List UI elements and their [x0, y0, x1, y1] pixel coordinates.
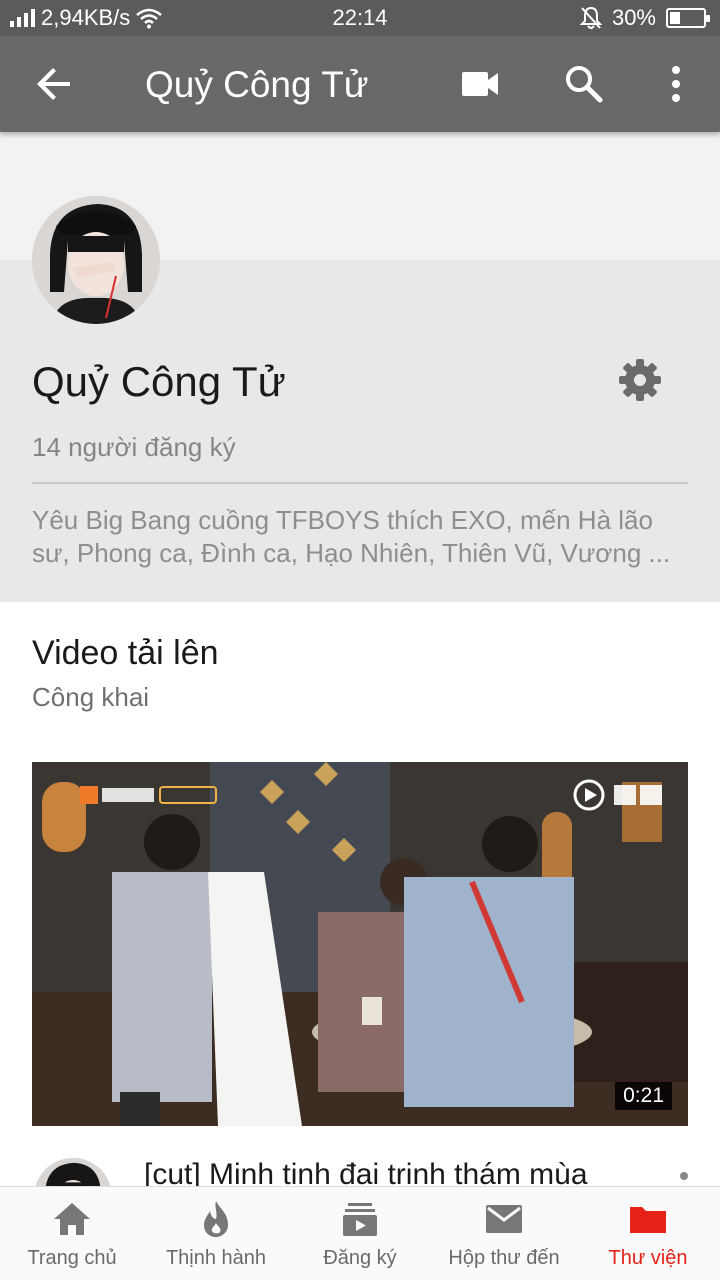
- status-right: 30%: [579, 5, 710, 31]
- nav-trending[interactable]: Thịnh hành: [144, 1187, 288, 1280]
- app-bar: Quỷ Công Tử: [0, 36, 720, 132]
- status-bar: 2,94KB/s 22:14 30%: [0, 0, 720, 36]
- channel-watermark-logo: [80, 784, 220, 811]
- battery-level: [670, 12, 680, 24]
- nav-subscriptions-label: Đăng ký: [323, 1247, 397, 1269]
- home-icon: [54, 1203, 90, 1235]
- battery-percent: 30%: [611, 5, 656, 30]
- subscriber-count: 14 người đăng ký: [32, 432, 236, 462]
- folder-icon: [630, 1207, 666, 1233]
- nav-trending-label: Thịnh hành: [165, 1247, 267, 1269]
- thumbnail-scene: [32, 762, 688, 1126]
- battery-icon: [666, 8, 710, 28]
- gear-icon[interactable]: [616, 356, 664, 404]
- video-camera-icon[interactable]: [458, 64, 502, 104]
- back-arrow-icon[interactable]: [32, 62, 76, 106]
- uploads-visibility: Công khai: [32, 682, 150, 712]
- nav-home-label: Trang chủ: [27, 1247, 117, 1269]
- bottom-nav: Trang chủ Thịnh hành Đăng ký Hộp thư đến…: [0, 1186, 720, 1280]
- recorder-watermark: [572, 778, 666, 812]
- flame-icon: [204, 1201, 228, 1237]
- channel-description[interactable]: Yêu Big Bang cuồng TFBOYS thích EXO, mến…: [32, 504, 688, 570]
- uploads-title[interactable]: Video tải lên: [32, 634, 219, 673]
- nav-inbox-label: Hộp thư đến: [448, 1247, 560, 1269]
- divider: [32, 482, 688, 484]
- logo-watermark-icon: [80, 786, 217, 804]
- watermark-text-icon: [614, 785, 662, 805]
- nav-inbox[interactable]: Hộp thư đến: [432, 1187, 576, 1280]
- nav-subscriptions[interactable]: Đăng ký: [288, 1187, 432, 1280]
- subscriptions-icon: [343, 1203, 377, 1236]
- channel-name: Quỷ Công Tử: [32, 358, 286, 405]
- video-menu-icon[interactable]: [680, 1172, 688, 1180]
- more-vert-icon[interactable]: [660, 62, 692, 106]
- nav-library-label: Thư viện: [608, 1247, 688, 1269]
- bell-off-icon: [579, 6, 602, 29]
- nav-home[interactable]: Trang chủ: [0, 1187, 144, 1280]
- video-duration: 0:21: [615, 1082, 672, 1110]
- nav-library[interactable]: Thư viện: [576, 1187, 720, 1280]
- play-circle-icon: [573, 779, 605, 811]
- avatar-illustration: [32, 196, 160, 324]
- search-icon[interactable]: [562, 62, 606, 106]
- app-bar-title: Quỷ Công Tử: [145, 64, 369, 105]
- screen: 2,94KB/s 22:14 30% Quỷ Công Tử Quỷ Công …: [0, 0, 720, 1280]
- channel-avatar[interactable]: [32, 196, 160, 324]
- mail-icon: [486, 1205, 522, 1233]
- video-thumbnail[interactable]: 0:21: [32, 762, 688, 1126]
